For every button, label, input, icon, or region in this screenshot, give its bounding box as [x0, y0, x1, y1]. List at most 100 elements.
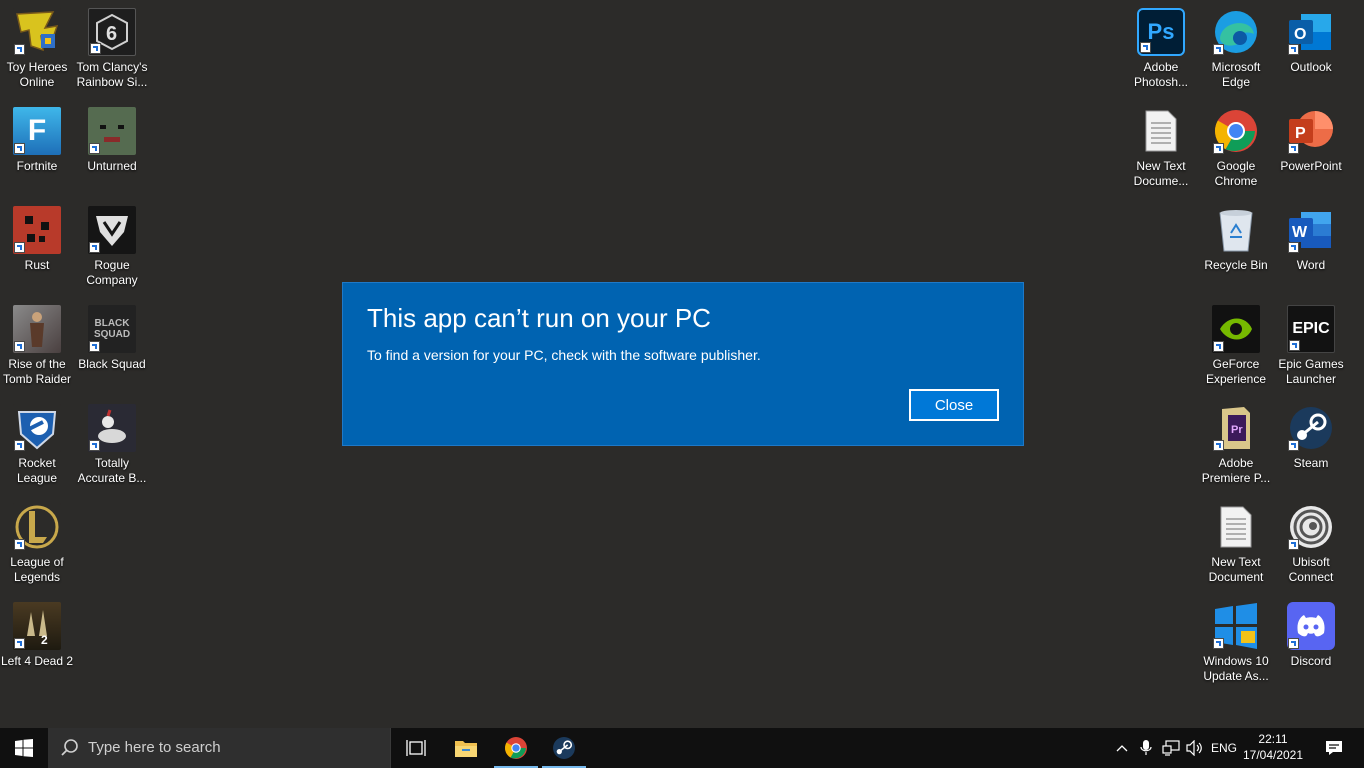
search-icon: [61, 739, 78, 756]
network-icon: [1162, 740, 1180, 756]
desktop-icon-epic-games[interactable]: EPIC Epic Games Launcher: [1274, 297, 1348, 393]
desktop-icon-new-text-doc-1[interactable]: New Text Docume...: [1124, 99, 1198, 195]
desktop-icon-recycle-bin[interactable]: Recycle Bin: [1199, 198, 1273, 294]
taskbar-file-explorer[interactable]: [442, 728, 490, 768]
icon-label: Word: [1296, 258, 1326, 272]
desktop-icon-geforce-experience[interactable]: GeForce Experience: [1199, 297, 1273, 393]
shortcut-arrow-icon: [14, 143, 25, 154]
powerpoint-icon: P: [1287, 107, 1335, 155]
chrome-icon: [505, 737, 527, 759]
microphone-icon: [1140, 740, 1152, 755]
desktop-icon-toy-heroes-online[interactable]: Toy Heroes Online: [0, 0, 74, 96]
desktop-icon-fortnite[interactable]: F Fortnite: [0, 99, 74, 195]
close-button[interactable]: Close: [909, 389, 999, 421]
fortnite-icon: F: [13, 107, 61, 155]
desktop-icon-league-of-legends[interactable]: League of Legends: [0, 495, 74, 591]
task-view-icon: [406, 740, 426, 756]
dialog-title: This app can’t run on your PC: [367, 303, 711, 333]
desktop-icon-edge[interactable]: Microsoft Edge: [1199, 0, 1273, 96]
icon-label: Outlook: [1290, 60, 1332, 74]
search-placeholder: Type here to search: [88, 739, 221, 756]
svg-text:O: O: [1294, 26, 1306, 43]
icon-label: Totally Accurate B...: [77, 456, 147, 485]
shortcut-arrow-icon: [14, 341, 25, 352]
recycle-bin-icon: [1212, 206, 1260, 254]
desktop-icon-chrome[interactable]: Google Chrome: [1199, 99, 1273, 195]
tray-microphone[interactable]: [1136, 728, 1156, 768]
shortcut-arrow-icon: [89, 242, 100, 253]
black-squad-icon: BLACK SQUAD: [88, 305, 136, 353]
desktop-icon-rainbow-six[interactable]: 6 Tom Clancy's Rainbow Si...: [75, 0, 149, 96]
tray-language[interactable]: ENG: [1208, 728, 1240, 768]
desktop-icon-rise-tomb-raider[interactable]: Rise of the Tomb Raider: [0, 297, 74, 393]
epic-games-icon: EPIC: [1287, 305, 1335, 353]
svg-text:P: P: [1295, 125, 1306, 142]
icon-label: Left 4 Dead 2: [0, 654, 74, 668]
desktop-icon-unturned[interactable]: Unturned: [75, 99, 149, 195]
shortcut-arrow-icon: [1288, 242, 1299, 253]
desktop-icon-premiere[interactable]: Pr Adobe Premiere P...: [1199, 396, 1273, 492]
rocket-league-icon: [13, 404, 61, 452]
speaker-icon: [1186, 740, 1202, 756]
shortcut-arrow-icon: [1289, 340, 1300, 351]
taskbar-steam[interactable]: [540, 728, 588, 768]
desktop-icon-word[interactable]: W Word: [1274, 198, 1348, 294]
icon-label: Black Squad: [78, 357, 146, 371]
icon-label: Rocket League: [16, 456, 58, 485]
taskbar-search-box[interactable]: Type here to search: [48, 728, 391, 768]
desktop-icon-steam[interactable]: Steam: [1274, 396, 1348, 492]
desktop-icon-black-squad[interactable]: BLACK SQUAD Black Squad: [75, 297, 149, 393]
app-cant-run-dialog: This app can’t run on your PC To find a …: [343, 283, 1023, 445]
desktop-icon-new-text-doc-2[interactable]: New Text Document: [1199, 495, 1273, 591]
shortcut-arrow-icon: [1288, 638, 1299, 649]
premiere-icon: Pr: [1212, 404, 1260, 452]
word-icon: W: [1287, 206, 1335, 254]
folder-icon: [455, 741, 477, 757]
left-4-dead-2-icon: 2: [13, 602, 61, 650]
icon-label: GeForce Experience: [1205, 357, 1267, 386]
icon-label: Microsoft Edge: [1211, 60, 1261, 89]
taskbar-task-view[interactable]: [392, 728, 440, 768]
tray-volume[interactable]: [1184, 728, 1206, 768]
svg-text:6: 6: [106, 23, 117, 45]
desktop-icon-ubisoft[interactable]: Ubisoft Connect: [1274, 495, 1348, 591]
shortcut-arrow-icon: [89, 143, 100, 154]
icon-label: Toy Heroes Online: [6, 60, 68, 89]
shortcut-arrow-icon: [1213, 638, 1224, 649]
rust-icon: [13, 206, 61, 254]
chrome-icon: [1212, 107, 1260, 155]
show-hidden-icons[interactable]: [1112, 728, 1132, 768]
tray-network[interactable]: [1160, 728, 1182, 768]
icon-label: Rise of the Tomb Raider: [2, 357, 72, 386]
taskbar-chrome[interactable]: [492, 728, 540, 768]
desktop-icon-rust[interactable]: Rust: [0, 198, 74, 294]
desktop-icon-powerpoint[interactable]: P PowerPoint: [1274, 99, 1348, 195]
desktop-icon-photoshop[interactable]: Ps Adobe Photosh...: [1124, 0, 1198, 96]
desktop-icon-rocket-league[interactable]: Rocket League: [0, 396, 74, 492]
desktop-icon-discord[interactable]: Discord: [1274, 594, 1348, 690]
desktop-icon-win10-update[interactable]: Windows 10 Update As...: [1199, 594, 1273, 690]
tray-clock[interactable]: 22:11 17/04/2021: [1240, 731, 1306, 763]
desktop-icon-left-4-dead-2[interactable]: 2 Left 4 Dead 2: [0, 594, 74, 690]
svg-text:2: 2: [41, 633, 48, 646]
toy-heroes-online-icon: [13, 8, 61, 56]
shortcut-arrow-icon: [14, 440, 25, 451]
shortcut-arrow-icon: [14, 638, 25, 649]
icon-label: New Text Docume...: [1133, 159, 1189, 188]
rogue-company-icon: [88, 206, 136, 254]
desktop-icon-totally-accurate[interactable]: Totally Accurate B...: [75, 396, 149, 492]
desktop-icon-rogue-company[interactable]: Rogue Company: [75, 198, 149, 294]
icon-label: Rogue Company: [86, 258, 138, 287]
ubisoft-icon: [1287, 503, 1335, 551]
icon-label: Rust: [24, 258, 50, 272]
action-center-button[interactable]: [1316, 728, 1352, 768]
desktop-icon-outlook[interactable]: O Outlook: [1274, 0, 1348, 96]
outlook-icon: O: [1287, 8, 1335, 56]
clock-time: 22:11: [1258, 732, 1288, 746]
discord-icon: [1287, 602, 1335, 650]
tomb-raider-icon: [13, 305, 61, 353]
chevron-up-icon: [1116, 745, 1128, 752]
icon-label: Adobe Photosh...: [1133, 60, 1189, 89]
icon-label: League of Legends: [10, 555, 64, 584]
start-button[interactable]: [0, 728, 48, 768]
